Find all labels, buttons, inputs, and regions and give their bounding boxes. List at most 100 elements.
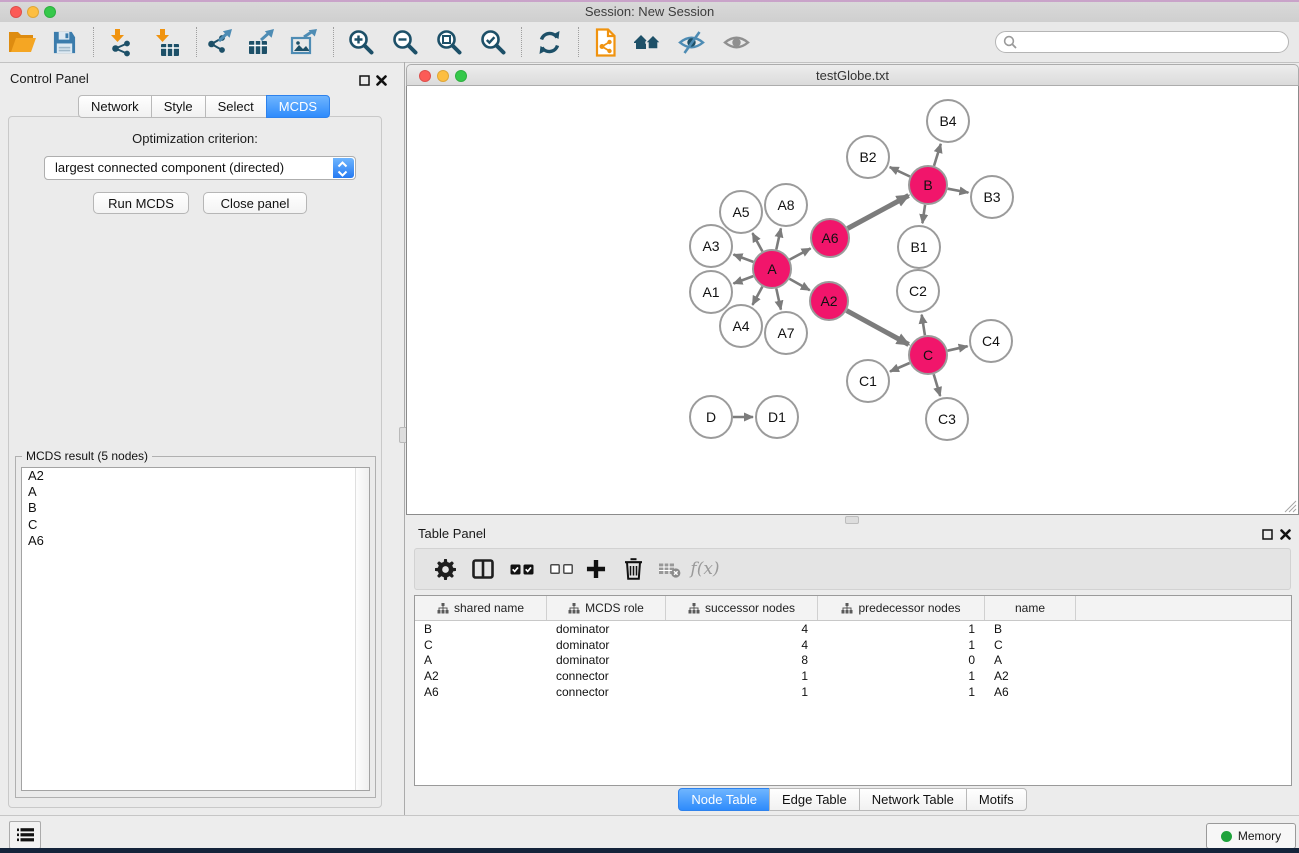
node-C2[interactable]: C2 bbox=[897, 270, 939, 312]
tab-node-table[interactable]: Node Table bbox=[678, 788, 770, 811]
node-A2[interactable]: A2 bbox=[810, 282, 848, 320]
cell-successor-nodes[interactable]: 1 bbox=[666, 669, 818, 683]
node-B3[interactable]: B3 bbox=[971, 176, 1013, 218]
deselect-all-rows-button[interactable] bbox=[543, 549, 579, 589]
tab-select[interactable]: Select bbox=[205, 95, 267, 118]
float-table-panel-icon[interactable] bbox=[1262, 527, 1274, 539]
cell-predecessor-nodes[interactable]: 1 bbox=[818, 638, 985, 652]
mcds-result-list[interactable]: A2ABCA6 bbox=[21, 467, 370, 791]
tab-style[interactable]: Style bbox=[151, 95, 206, 118]
save-session-button[interactable] bbox=[46, 26, 82, 58]
edge-A-A4[interactable] bbox=[753, 287, 763, 305]
table-row[interactable]: Bdominator41B bbox=[415, 621, 1291, 637]
network-canvas[interactable]: AA1A2A3A4A5A6A7A8BB1B2B3B4CC1C2C3C4DD1 bbox=[406, 86, 1299, 515]
task-history-button[interactable] bbox=[9, 821, 41, 849]
resize-grip-icon[interactable] bbox=[1284, 500, 1297, 513]
float-panel-icon[interactable] bbox=[359, 73, 371, 85]
column-header-predecessor-nodes[interactable]: predecessor nodes bbox=[818, 596, 985, 620]
node-A7[interactable]: A7 bbox=[765, 312, 807, 354]
cell-name[interactable]: A6 bbox=[985, 685, 1076, 699]
select-all-rows-button[interactable] bbox=[504, 549, 540, 589]
edge-B-B1[interactable] bbox=[922, 205, 925, 223]
node-A[interactable]: A bbox=[753, 250, 791, 288]
export-network-button[interactable] bbox=[201, 26, 237, 58]
cell-name[interactable]: A2 bbox=[985, 669, 1076, 683]
home-button[interactable] bbox=[629, 26, 665, 58]
cell-shared-name[interactable]: A6 bbox=[415, 685, 547, 699]
zoom-in-button[interactable] bbox=[343, 26, 379, 58]
node-B4[interactable]: B4 bbox=[927, 100, 969, 142]
node-A6[interactable]: A6 bbox=[811, 219, 849, 257]
node-D[interactable]: D bbox=[690, 396, 732, 438]
cell-predecessor-nodes[interactable]: 1 bbox=[818, 669, 985, 683]
cell-MCDS-role[interactable]: connector bbox=[547, 669, 666, 683]
column-header-name[interactable]: name bbox=[985, 596, 1076, 620]
export-image-button[interactable] bbox=[286, 26, 322, 58]
run-mcds-button[interactable]: Run MCDS bbox=[93, 192, 189, 214]
open-session-button[interactable] bbox=[4, 26, 40, 58]
close-panel-button[interactable]: Close panel bbox=[203, 192, 307, 214]
export-table-button[interactable] bbox=[243, 26, 279, 58]
edge-B-B3[interactable] bbox=[948, 189, 969, 193]
node-B1[interactable]: B1 bbox=[898, 226, 940, 268]
tab-motifs[interactable]: Motifs bbox=[966, 788, 1027, 811]
table-row[interactable]: Cdominator41C bbox=[415, 637, 1291, 653]
edge-C-C2[interactable] bbox=[922, 315, 925, 336]
show-panels-button[interactable] bbox=[718, 26, 754, 58]
node-A5[interactable]: A5 bbox=[720, 191, 762, 233]
node-B2[interactable]: B2 bbox=[847, 136, 889, 178]
scrollbar[interactable] bbox=[355, 468, 369, 790]
show-columns-button[interactable] bbox=[465, 549, 501, 589]
cell-MCDS-role[interactable]: dominator bbox=[547, 638, 666, 652]
edge-C-C1[interactable] bbox=[890, 363, 910, 372]
edge-C-C3[interactable] bbox=[934, 374, 941, 396]
cell-successor-nodes[interactable]: 1 bbox=[666, 685, 818, 699]
table-row[interactable]: A2connector11A2 bbox=[415, 668, 1291, 684]
node-C4[interactable]: C4 bbox=[970, 320, 1012, 362]
node-C3[interactable]: C3 bbox=[926, 398, 968, 440]
network-window-titlebar[interactable]: testGlobe.txt bbox=[406, 64, 1299, 86]
tab-network[interactable]: Network bbox=[78, 95, 152, 118]
edge-B-B2[interactable] bbox=[890, 167, 910, 176]
add-row-button[interactable] bbox=[578, 549, 614, 589]
cell-name[interactable]: B bbox=[985, 622, 1076, 636]
import-table-button[interactable] bbox=[148, 26, 184, 58]
cell-MCDS-role[interactable]: connector bbox=[547, 685, 666, 699]
node-A1[interactable]: A1 bbox=[690, 271, 732, 313]
cell-successor-nodes[interactable]: 8 bbox=[666, 653, 818, 667]
import-network-button[interactable] bbox=[103, 26, 139, 58]
hide-panels-button[interactable] bbox=[673, 26, 709, 58]
cell-successor-nodes[interactable]: 4 bbox=[666, 622, 818, 636]
node-C1[interactable]: C1 bbox=[847, 360, 889, 402]
node-B[interactable]: B bbox=[909, 166, 947, 204]
edge-A-A7[interactable] bbox=[776, 289, 781, 310]
search-input[interactable] bbox=[995, 31, 1289, 53]
close-panel-icon[interactable] bbox=[376, 73, 388, 85]
mcds-result-item[interactable]: A2 bbox=[22, 468, 369, 484]
mcds-result-item[interactable]: A bbox=[22, 484, 369, 500]
memory-button[interactable]: Memory bbox=[1206, 823, 1296, 849]
cell-shared-name[interactable]: A bbox=[415, 653, 547, 667]
zoom-out-button[interactable] bbox=[387, 26, 423, 58]
tab-mcds[interactable]: MCDS bbox=[266, 95, 330, 118]
node-A8[interactable]: A8 bbox=[765, 184, 807, 226]
edge-B-B4[interactable] bbox=[934, 144, 941, 166]
mcds-result-item[interactable]: C bbox=[22, 517, 369, 533]
function-builder-button[interactable]: f(x) bbox=[687, 549, 723, 589]
close-table-panel-icon[interactable] bbox=[1280, 527, 1292, 539]
cell-MCDS-role[interactable]: dominator bbox=[547, 653, 666, 667]
node-D1[interactable]: D1 bbox=[756, 396, 798, 438]
cell-MCDS-role[interactable]: dominator bbox=[547, 622, 666, 636]
mcds-result-item[interactable]: B bbox=[22, 500, 369, 516]
refresh-layout-button[interactable] bbox=[531, 26, 567, 58]
cell-shared-name[interactable]: B bbox=[415, 622, 547, 636]
node-C[interactable]: C bbox=[909, 336, 947, 374]
edge-A-A3[interactable] bbox=[734, 255, 754, 262]
tab-network-table[interactable]: Network Table bbox=[859, 788, 967, 811]
tab-edge-table[interactable]: Edge Table bbox=[769, 788, 860, 811]
edge-A2-C[interactable] bbox=[847, 311, 909, 345]
edge-A-A8[interactable] bbox=[776, 228, 781, 249]
table-row[interactable]: Adominator80A bbox=[415, 653, 1291, 669]
edge-A-A5[interactable] bbox=[753, 233, 763, 251]
node-table[interactable]: shared nameMCDS rolesuccessor nodesprede… bbox=[414, 595, 1292, 786]
